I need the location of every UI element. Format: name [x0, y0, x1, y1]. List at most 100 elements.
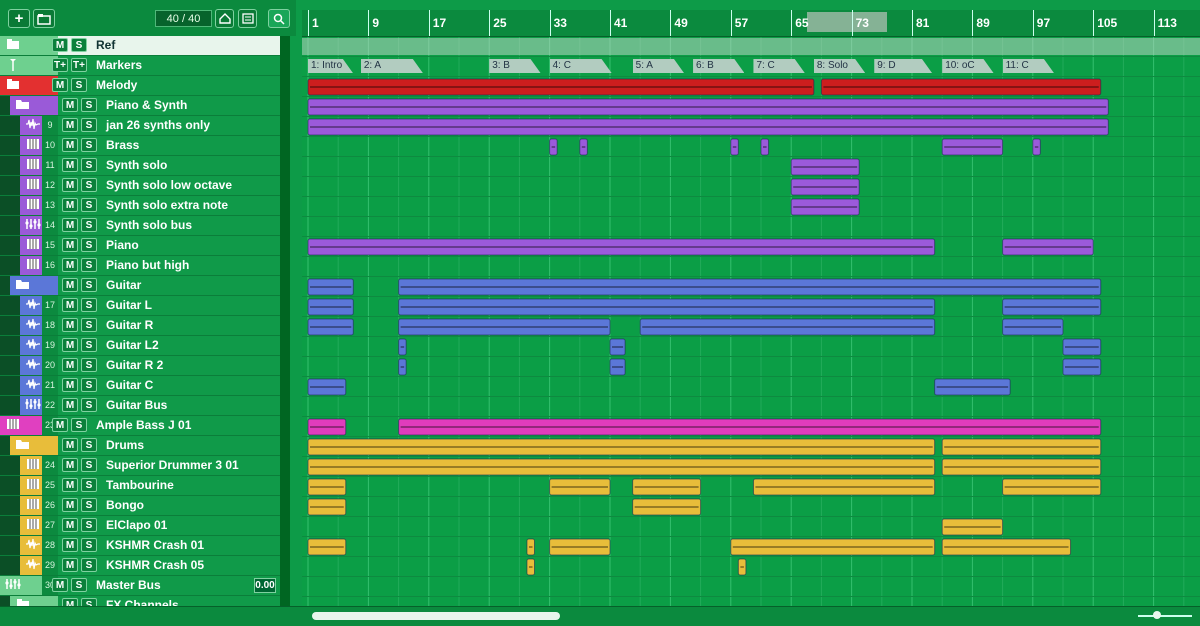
solo-button[interactable]: S: [81, 118, 97, 132]
clip[interactable]: [307, 278, 354, 296]
add-marker-button[interactable]: T+: [52, 58, 68, 72]
solo-button[interactable]: S: [81, 498, 97, 512]
add-track-button[interactable]: +: [8, 9, 30, 28]
clip[interactable]: [790, 178, 860, 196]
marker-label[interactable]: 9: D: [874, 59, 932, 73]
track-name[interactable]: Guitar R: [106, 318, 153, 332]
clip[interactable]: [307, 458, 936, 476]
solo-button[interactable]: S: [81, 478, 97, 492]
track-row[interactable]: 30 M S Master Bus 0.00: [0, 576, 280, 596]
marker-label[interactable]: 4: C: [550, 59, 612, 73]
mute-button[interactable]: M: [62, 198, 78, 212]
track-row[interactable]: M S Guitar: [0, 276, 280, 296]
clip[interactable]: [730, 538, 936, 556]
mute-button[interactable]: M: [62, 338, 78, 352]
clip[interactable]: [1062, 358, 1102, 376]
clip[interactable]: [398, 418, 1102, 436]
track-name[interactable]: Piano & Synth: [106, 98, 187, 112]
solo-button[interactable]: S: [81, 258, 97, 272]
solo-button[interactable]: S: [71, 38, 87, 52]
clip[interactable]: [526, 538, 535, 556]
clip[interactable]: [549, 538, 611, 556]
track-name[interactable]: Superior Drummer 3 01: [106, 458, 239, 472]
mute-button[interactable]: M: [62, 438, 78, 452]
clip[interactable]: [609, 338, 626, 356]
mute-button[interactable]: M: [62, 358, 78, 372]
track-name[interactable]: Bongo: [106, 498, 144, 512]
solo-button[interactable]: S: [81, 158, 97, 172]
track-row[interactable]: 13 M S Synth solo extra note: [0, 196, 280, 216]
solo-button[interactable]: S: [81, 358, 97, 372]
track-name[interactable]: Guitar: [106, 278, 141, 292]
solo-button[interactable]: S: [81, 458, 97, 472]
track-row[interactable]: M S Drums: [0, 436, 280, 456]
solo-button[interactable]: S: [81, 278, 97, 292]
clip[interactable]: [307, 438, 936, 456]
track-row[interactable]: 12 M S Synth solo low octave: [0, 176, 280, 196]
track-row[interactable]: 16 M S Piano but high: [0, 256, 280, 276]
horizontal-scrollbar[interactable]: [312, 612, 560, 620]
track-row[interactable]: 24 M S Superior Drummer 3 01: [0, 456, 280, 476]
mute-button[interactable]: M: [52, 578, 68, 592]
marker-label[interactable]: 2: A: [361, 59, 423, 73]
solo-button[interactable]: S: [81, 178, 97, 192]
clip[interactable]: [1002, 478, 1102, 496]
track-name[interactable]: Ref: [96, 38, 115, 52]
track-name[interactable]: Ample Bass J 01: [96, 418, 191, 432]
solo-button[interactable]: S: [81, 98, 97, 112]
clip[interactable]: [549, 138, 558, 156]
mute-button[interactable]: M: [62, 138, 78, 152]
track-name[interactable]: KSHMR Crash 05: [106, 558, 204, 572]
loop-range[interactable]: [807, 12, 887, 32]
track-row[interactable]: M S Piano & Synth: [0, 96, 280, 116]
track-name[interactable]: Guitar L: [106, 298, 152, 312]
zoom-slider[interactable]: [1138, 615, 1192, 617]
track-row[interactable]: 22 M S Guitar Bus: [0, 396, 280, 416]
mute-button[interactable]: M: [62, 158, 78, 172]
track-name[interactable]: KSHMR Crash 01: [106, 538, 204, 552]
clip[interactable]: [752, 478, 936, 496]
solo-button[interactable]: S: [71, 418, 87, 432]
mute-button[interactable]: M: [62, 258, 78, 272]
track-row[interactable]: 9 M Sjan 26 synths only: [0, 116, 280, 136]
track-row[interactable]: T+ T+ Markers: [0, 56, 280, 76]
clip[interactable]: [398, 358, 407, 376]
clip[interactable]: [737, 558, 747, 576]
track-splitter[interactable]: [280, 36, 290, 606]
clip[interactable]: [307, 538, 347, 556]
track-row[interactable]: 28 M S KSHMR Crash 01: [0, 536, 280, 556]
clip[interactable]: [934, 378, 1011, 396]
clip[interactable]: [730, 138, 739, 156]
mute-button[interactable]: M: [52, 78, 68, 92]
clip[interactable]: [398, 318, 611, 336]
clip[interactable]: [307, 318, 354, 336]
solo-button[interactable]: S: [81, 238, 97, 252]
track-name[interactable]: Piano: [106, 238, 139, 252]
clip[interactable]: [632, 498, 702, 516]
clip[interactable]: [941, 138, 1004, 156]
clip[interactable]: [579, 138, 588, 156]
solo-button[interactable]: S: [81, 538, 97, 552]
solo-button[interactable]: S: [81, 558, 97, 572]
clip[interactable]: [941, 438, 1102, 456]
solo-button[interactable]: S: [81, 318, 97, 332]
solo-button[interactable]: S: [81, 398, 97, 412]
track-name[interactable]: Guitar Bus: [106, 398, 167, 412]
clip[interactable]: [820, 78, 1102, 96]
clip[interactable]: [1062, 338, 1102, 356]
solo-button[interactable]: S: [81, 338, 97, 352]
clip[interactable]: [1002, 238, 1094, 256]
clip[interactable]: [941, 518, 1004, 536]
clip[interactable]: [307, 478, 347, 496]
mute-button[interactable]: M: [62, 238, 78, 252]
mute-button[interactable]: M: [62, 538, 78, 552]
track-name[interactable]: Tambourine: [106, 478, 174, 492]
solo-button[interactable]: S: [81, 198, 97, 212]
clip[interactable]: [398, 298, 936, 316]
solo-button[interactable]: S: [81, 518, 97, 532]
add-folder-button[interactable]: [33, 9, 55, 28]
clip[interactable]: [307, 118, 1109, 136]
solo-button[interactable]: S: [71, 578, 87, 592]
mute-button[interactable]: M: [62, 558, 78, 572]
track-row[interactable]: M S Ref: [0, 36, 280, 56]
